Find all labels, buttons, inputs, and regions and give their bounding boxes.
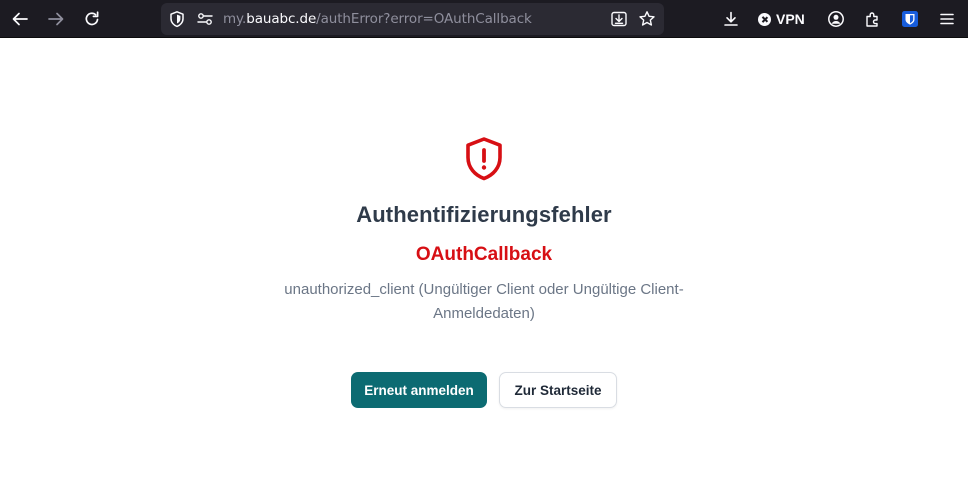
- downloads-button[interactable]: [717, 5, 745, 33]
- url-host: bauabc.de: [246, 11, 317, 27]
- extensions-button[interactable]: [859, 5, 887, 33]
- bitwarden-icon: [902, 11, 918, 27]
- url-text[interactable]: my.bauabc.de/authError?error=OAuthCallba…: [223, 11, 532, 27]
- download-page-icon: [611, 11, 627, 27]
- shield-alert-icon: [466, 137, 502, 181]
- save-page-button[interactable]: [609, 9, 629, 29]
- hamburger-menu-icon: [940, 13, 954, 25]
- error-code: OAuthCallback: [415, 244, 553, 265]
- url-bar[interactable]: my.bauabc.de/authError?error=OAuthCallba…: [161, 3, 664, 35]
- auth-error-page: Authentifizierungsfehler OAuthCallback u…: [0, 39, 968, 499]
- back-button[interactable]: [6, 5, 34, 33]
- permissions-icon: [197, 13, 213, 25]
- vpn-button[interactable]: VPN: [758, 9, 805, 29]
- account-button[interactable]: [822, 5, 850, 33]
- account-icon: [828, 11, 844, 27]
- download-icon: [724, 11, 738, 26]
- arrow-left-icon: [12, 12, 28, 26]
- bitwarden-extension-button[interactable]: [896, 5, 924, 33]
- retry-login-button[interactable]: Erneut anmelden: [351, 372, 487, 408]
- menu-button[interactable]: [933, 5, 961, 33]
- puzzle-icon: [866, 12, 878, 27]
- home-button[interactable]: Zur Startseite: [499, 372, 617, 408]
- tracking-protection-button[interactable]: [167, 9, 187, 29]
- page-title: Authentifizierungsfehler: [356, 202, 612, 227]
- reload-button[interactable]: [78, 5, 106, 33]
- forward-button[interactable]: [42, 5, 70, 33]
- error-description: unauthorized_client (Ungültiger Client o…: [284, 281, 684, 322]
- arrow-right-icon: [48, 12, 64, 26]
- url-prefix: my.: [223, 11, 247, 27]
- bookmark-button[interactable]: [637, 9, 657, 29]
- shield-icon: [170, 11, 184, 28]
- vpn-label: VPN: [776, 11, 805, 27]
- star-icon: [639, 11, 655, 26]
- url-path: /authError?error=OAuthCallback: [316, 11, 532, 27]
- vpn-off-icon: [758, 12, 771, 26]
- browser-toolbar: my.bauabc.de/authError?error=OAuthCallba…: [0, 0, 968, 38]
- site-permissions-button[interactable]: [195, 9, 215, 29]
- reload-icon: [85, 11, 99, 26]
